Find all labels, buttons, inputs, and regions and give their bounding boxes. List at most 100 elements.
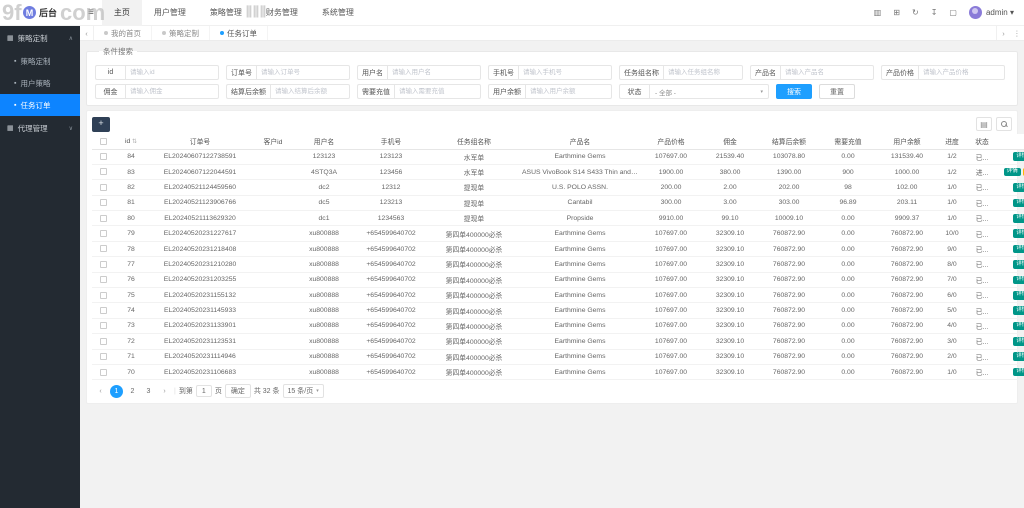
row-checkbox[interactable] [100,230,107,237]
cell-customer-id [252,164,294,179]
cell-task-group: 水军单 [428,149,520,164]
jump-page-input[interactable] [196,385,212,397]
sidebar-group[interactable]: ▦代理管理∨ [0,116,80,140]
chart-icon[interactable]: ▥ [868,8,888,17]
sort-icon[interactable]: ⇅ [130,139,137,145]
row-checkbox[interactable] [100,369,107,376]
cell-after-balance: 760872.90 [758,334,820,349]
select-all-checkbox[interactable] [100,138,107,145]
detail-button[interactable]: 详情 [1013,229,1024,238]
add-button[interactable]: + [92,117,110,132]
detail-button[interactable]: 详情 [1013,276,1024,285]
row-checkbox[interactable] [100,184,107,191]
fullscreen-icon[interactable]: ▢ [943,8,963,17]
detail-button[interactable]: 详情 [1013,245,1024,254]
page-button[interactable]: 1 [110,385,123,398]
download-icon[interactable]: ↧ [925,8,944,17]
row-checkbox[interactable] [100,276,107,283]
breadcrumb-tab[interactable]: 策略定制 [152,26,210,40]
row-checkbox[interactable] [100,353,107,360]
filter-input[interactable] [394,84,481,99]
sidebar-group[interactable]: ▦策略定制∧ [0,26,80,50]
user-dropdown[interactable]: admin ▾ [986,8,1014,17]
detail-button[interactable]: 详情 [1004,168,1021,177]
tab-scroll-right-icon[interactable]: › [996,26,1010,40]
filter-input[interactable] [918,65,1005,80]
breadcrumb-tab[interactable]: 任务订单 [210,26,268,40]
detail-button[interactable]: 详情 [1013,152,1024,161]
row-checkbox[interactable] [100,153,107,160]
cell-status: 已... [966,318,998,333]
row-checkbox[interactable] [100,322,107,329]
detail-button[interactable]: 详情 [1013,337,1024,346]
table-row: 71EL20240520231114946xu800888+6545996407… [92,349,1024,364]
row-checkbox[interactable] [100,215,107,222]
jump-confirm-button[interactable]: 确定 [225,384,251,398]
cell-commission: 32309.10 [702,226,758,241]
search-button[interactable]: 搜索 [776,84,812,99]
cell-username: xu800888 [294,226,354,241]
detail-button[interactable]: 详情 [1013,291,1024,300]
row-checkbox[interactable] [100,338,107,345]
nav-tab[interactable]: 财务管理 [254,0,310,26]
column-header: 用户名 [294,134,354,149]
cell-customer-id [252,149,294,164]
detail-button[interactable]: 详情 [1013,214,1024,223]
detail-button[interactable]: 详情 [1013,260,1024,269]
filter-input[interactable] [125,65,219,80]
filter-input[interactable] [525,84,612,99]
filter-input[interactable] [125,84,219,99]
reset-button[interactable]: 重置 [819,84,855,99]
filter-input[interactable] [780,65,874,80]
row-checkbox[interactable] [100,261,107,268]
filter-columns-button[interactable]: ▤ [976,117,992,131]
row-checkbox[interactable] [100,168,107,175]
avatar[interactable] [969,6,982,19]
cell-after-balance: 760872.90 [758,303,820,318]
filter-field: 结算后余额 [226,84,350,99]
filter-input[interactable] [663,65,743,80]
cell-price: 107697.00 [640,149,702,164]
filter-input[interactable] [270,84,350,99]
nav-tab[interactable]: 策略管理 [198,0,254,26]
tab-scroll-left-icon[interactable]: ‹ [80,26,94,40]
row-actions: 详情编辑删除 [1000,260,1024,269]
nav-tab[interactable]: 系统管理 [310,0,366,26]
tab-more-icon[interactable]: ⋮ [1010,26,1024,40]
detail-button[interactable]: 详情 [1013,199,1024,208]
next-page-icon[interactable]: › [158,385,171,398]
table-row: 77EL20240520231210280xu800888+6545996407… [92,257,1024,272]
filter-input[interactable] [387,65,481,80]
detail-button[interactable]: 详情 [1013,183,1024,192]
cell-task-group: 第四单400000必杀 [428,241,520,256]
detail-button[interactable]: 详情 [1013,322,1024,331]
search-tool-button[interactable] [996,117,1012,131]
row-checkbox[interactable] [100,292,107,299]
page-button[interactable]: 3 [142,385,155,398]
prev-page-icon[interactable]: ‹ [94,385,107,398]
refresh-icon[interactable]: ↻ [906,8,925,17]
collapse-menu-icon[interactable]: ≡ [80,7,102,18]
row-checkbox[interactable] [100,307,107,314]
column-header[interactable]: id ⇅ [114,134,148,149]
nav-tab[interactable]: 主页 [102,0,142,26]
page-button[interactable]: 2 [126,385,139,398]
page-size-select[interactable]: 15 条/页▾ [283,384,324,398]
sidebar-item[interactable]: ▪策略定制 [0,50,80,72]
status-select[interactable]: - 全部 -▾ [649,84,769,99]
detail-button[interactable]: 详情 [1013,352,1024,361]
filter-input[interactable] [518,65,612,80]
layout-icon[interactable]: ⊞ [887,8,906,17]
nav-tab[interactable]: 用户管理 [142,0,198,26]
breadcrumb-tab[interactable]: 我的首页 [94,26,152,40]
sidebar-item[interactable]: ▪任务订单 [0,94,80,116]
detail-button[interactable]: 详情 [1013,306,1024,315]
cell-after-balance: 760872.90 [758,241,820,256]
sidebar-item[interactable]: ▪用户策略 [0,72,80,94]
filter-input[interactable] [256,65,350,80]
detail-button[interactable]: 详情 [1013,368,1024,377]
row-checkbox[interactable] [100,245,107,252]
cell-order-no: EL20240520231203255 [148,272,252,287]
table-body: 84EL20240607122738591123123123123水军单Eart… [92,149,1024,380]
row-checkbox[interactable] [100,199,107,206]
